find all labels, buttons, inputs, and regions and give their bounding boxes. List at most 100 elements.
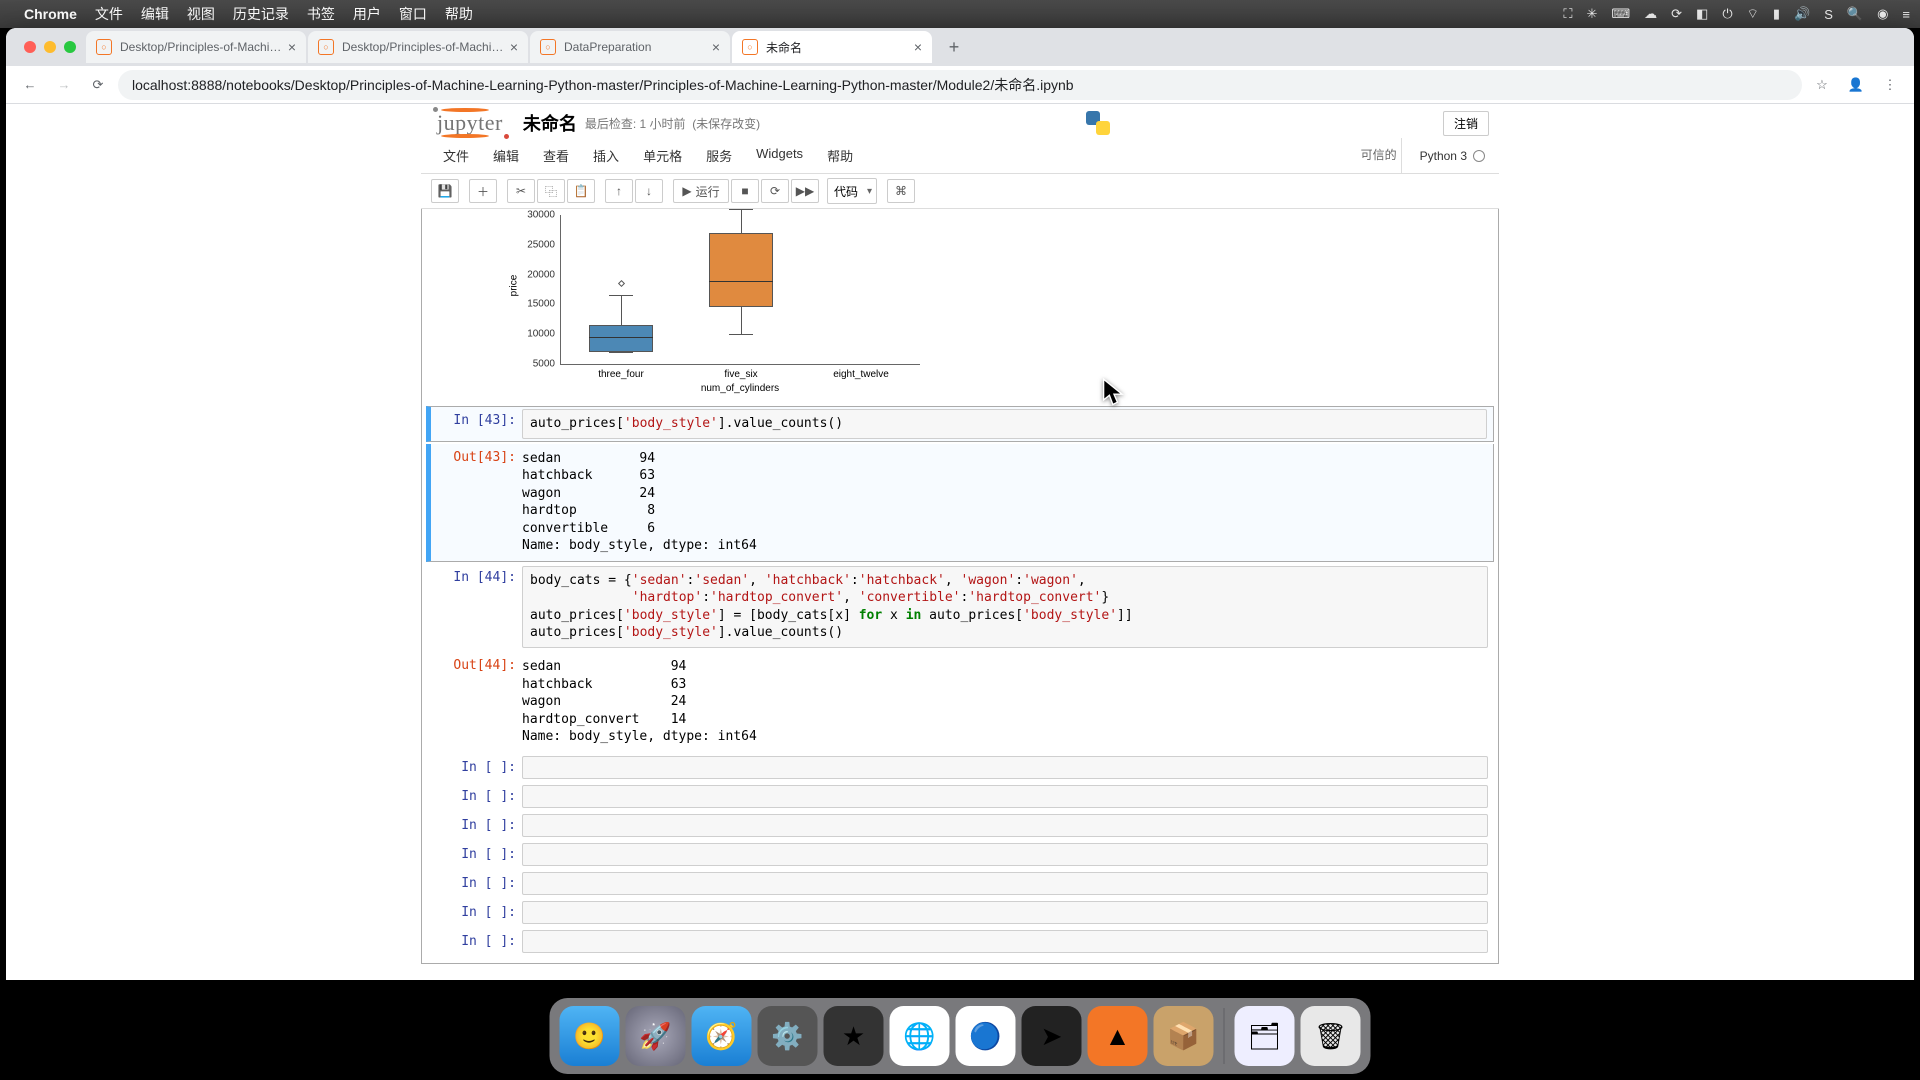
move-cell-up-button[interactable]: ↑ <box>605 179 633 203</box>
menubar-item[interactable]: 用户 <box>353 4 381 24</box>
status-icon[interactable]: ☁ <box>1644 6 1657 22</box>
notebook-cell-empty[interactable]: In [ ]: <box>426 754 1494 781</box>
dock-safari-icon[interactable]: 🧭 <box>692 1006 752 1066</box>
code-input[interactable]: body_cats = {'sedan':'sedan', 'hatchback… <box>522 566 1488 648</box>
menubar-item[interactable]: 文件 <box>95 4 123 24</box>
battery-icon[interactable]: ▮ <box>1773 6 1780 22</box>
save-button[interactable]: 💾 <box>431 179 459 203</box>
dock-settings-icon[interactable]: ⚙️ <box>758 1006 818 1066</box>
code-input[interactable] <box>522 930 1488 953</box>
menubar-item[interactable]: 视图 <box>187 4 215 24</box>
notifications-icon[interactable]: ≡ <box>1902 7 1910 22</box>
trusted-indicator[interactable]: 可信的 <box>1357 138 1401 173</box>
dock-folder-icon[interactable]: 🗂 <box>1235 1006 1295 1066</box>
menu-help[interactable]: 帮助 <box>815 138 865 173</box>
dock-finder-icon[interactable]: 🙂 <box>560 1006 620 1066</box>
run-cell-button[interactable]: ▶ 运行 <box>673 179 729 203</box>
notebook-cell-empty[interactable]: In [ ]: <box>426 899 1494 926</box>
notebook-cell-empty[interactable]: In [ ]: <box>426 841 1494 868</box>
code-input[interactable] <box>522 756 1488 779</box>
menubar-item[interactable]: 书签 <box>307 4 335 24</box>
zoom-window-button[interactable] <box>64 41 76 53</box>
menu-view[interactable]: 查看 <box>531 138 581 173</box>
code-input[interactable] <box>522 872 1488 895</box>
address-bar[interactable]: localhost:8888/notebooks/Desktop/Princip… <box>118 70 1802 100</box>
menu-file[interactable]: 文件 <box>431 138 481 173</box>
chrome-menu-icon[interactable]: ⋮ <box>1876 71 1904 99</box>
status-icon[interactable]: ⏻ <box>1722 6 1732 22</box>
close-tab-icon[interactable]: × <box>914 39 922 55</box>
menubar-item[interactable]: 编辑 <box>141 4 169 24</box>
menu-kernel[interactable]: 服务 <box>694 138 744 173</box>
close-tab-icon[interactable]: × <box>712 39 720 55</box>
menubar-item[interactable]: 历史记录 <box>233 4 289 24</box>
notebook-cell-empty[interactable]: In [ ]: <box>426 812 1494 839</box>
dock-app-icon[interactable]: 🔵 <box>956 1006 1016 1066</box>
dock-vlc-icon[interactable]: ▲ <box>1088 1006 1148 1066</box>
command-palette-button[interactable]: ⌘ <box>887 179 915 203</box>
dock-launchpad-icon[interactable]: 🚀 <box>626 1006 686 1066</box>
wifi-icon[interactable]: ⌔ <box>1747 6 1759 22</box>
menu-edit[interactable]: 编辑 <box>481 138 531 173</box>
browser-tab[interactable]: ○ DataPreparation × <box>530 31 730 63</box>
output-text: sedan 94 hatchback 63 wagon 24 hardtop 8… <box>522 446 1487 559</box>
notebook-cell-empty[interactable]: In [ ]: <box>426 783 1494 810</box>
close-window-button[interactable] <box>24 41 36 53</box>
close-tab-icon[interactable]: × <box>288 39 296 55</box>
back-button[interactable]: ← <box>16 71 44 99</box>
code-input[interactable] <box>522 814 1488 837</box>
volume-icon[interactable]: 🔊 <box>1794 6 1810 22</box>
code-input[interactable] <box>522 901 1488 924</box>
code-input[interactable] <box>522 843 1488 866</box>
dock-chrome-icon[interactable]: 🌐 <box>890 1006 950 1066</box>
notebook-cell[interactable]: In [44]: body_cats = {'sedan':'sedan', '… <box>426 564 1494 650</box>
kernel-indicator[interactable]: Python 3 <box>1401 138 1489 173</box>
notebook-cell-empty[interactable]: In [ ]: <box>426 928 1494 955</box>
paste-cell-button[interactable]: 📋 <box>567 179 595 203</box>
status-icon[interactable]: ◧ <box>1696 6 1708 22</box>
cell-type-select[interactable]: 代码 <box>827 178 877 204</box>
logout-button[interactable]: 注销 <box>1443 111 1489 136</box>
jupyter-logo[interactable]: jupyter <box>431 110 509 136</box>
code-input[interactable]: auto_prices['body_style'].value_counts() <box>522 409 1487 439</box>
interrupt-kernel-button[interactable]: ■ <box>731 179 759 203</box>
menubar-app[interactable]: Chrome <box>24 6 77 22</box>
notebook-title[interactable]: 未命名 <box>523 110 577 136</box>
status-icon[interactable]: ⟳ <box>1671 6 1682 22</box>
status-icon[interactable]: ⌨ <box>1611 6 1630 22</box>
close-tab-icon[interactable]: × <box>510 39 518 55</box>
forward-button[interactable]: → <box>50 71 78 99</box>
menu-insert[interactable]: 插入 <box>581 138 631 173</box>
menubar-item[interactable]: 窗口 <box>399 4 427 24</box>
status-icon[interactable]: ⛶ <box>1563 6 1572 22</box>
url-text: localhost:8888/notebooks/Desktop/Princip… <box>132 75 1074 95</box>
restart-run-all-button[interactable]: ▶▶ <box>791 179 819 203</box>
status-icon[interactable]: S <box>1824 7 1833 22</box>
bookmark-star-icon[interactable]: ☆ <box>1808 71 1836 99</box>
reload-button[interactable]: ⟳ <box>84 71 112 99</box>
spotlight-icon[interactable]: 🔍 <box>1847 6 1863 22</box>
restart-kernel-button[interactable]: ⟳ <box>761 179 789 203</box>
notebook-cell-empty[interactable]: In [ ]: <box>426 870 1494 897</box>
status-icon[interactable]: ✳ <box>1586 6 1597 22</box>
dock-terminal-icon[interactable]: ➤ <box>1022 1006 1082 1066</box>
browser-tab-active[interactable]: ○ 未命名 × <box>732 31 932 63</box>
move-cell-down-button[interactable]: ↓ <box>635 179 663 203</box>
menu-widgets[interactable]: Widgets <box>744 138 815 173</box>
profile-avatar-icon[interactable]: 👤 <box>1842 71 1870 99</box>
minimize-window-button[interactable] <box>44 41 56 53</box>
browser-tab[interactable]: ○ Desktop/Principles-of-Machine × <box>86 31 306 63</box>
insert-cell-button[interactable]: ＋ <box>469 179 497 203</box>
browser-tab[interactable]: ○ Desktop/Principles-of-Machine × <box>308 31 528 63</box>
menubar-item[interactable]: 帮助 <box>445 4 473 24</box>
notebook-cell[interactable]: In [43]: auto_prices['body_style'].value… <box>426 406 1494 442</box>
menu-cell[interactable]: 单元格 <box>631 138 694 173</box>
dock-app-icon[interactable]: 📦 <box>1154 1006 1214 1066</box>
dock-imovie-icon[interactable]: ★ <box>824 1006 884 1066</box>
siri-icon[interactable]: ◉ <box>1877 6 1888 22</box>
code-input[interactable] <box>522 785 1488 808</box>
cut-cell-button[interactable]: ✂ <box>507 179 535 203</box>
copy-cell-button[interactable]: ⿻ <box>537 179 565 203</box>
dock-trash-icon[interactable]: 🗑 <box>1301 1006 1361 1066</box>
new-tab-button[interactable]: + <box>940 33 968 61</box>
